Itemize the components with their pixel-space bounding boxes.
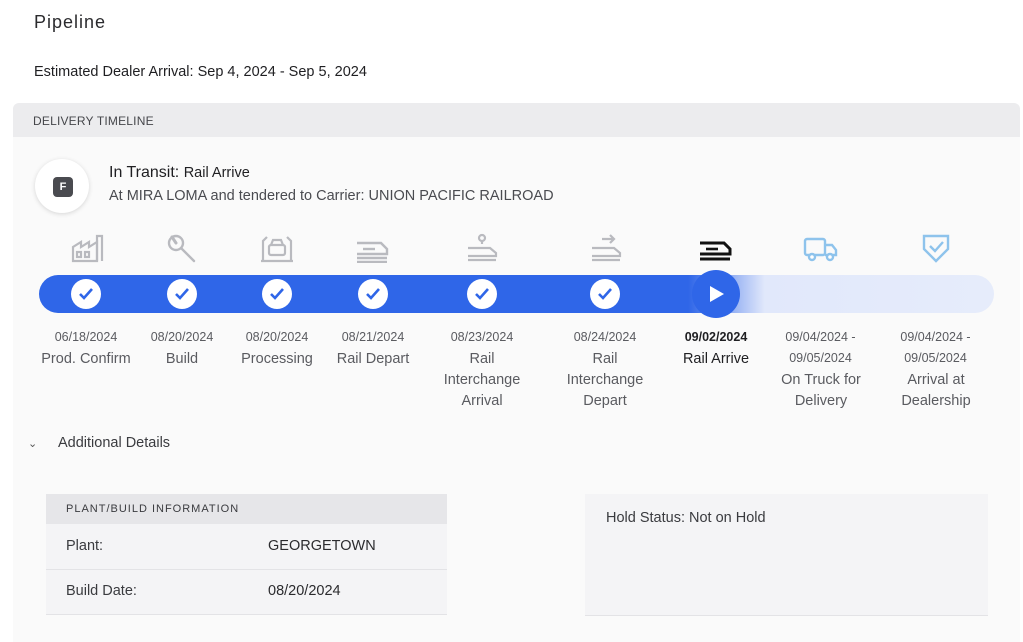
stage-label-current: Rail Arrive: [682, 351, 750, 367]
brand-f-icon: F: [53, 177, 73, 197]
play-icon: [710, 286, 724, 302]
delivery-timeline-header: DELIVERY TIMELINE: [13, 103, 1020, 137]
stage-label: Rail Depart: [336, 351, 410, 367]
status-avatar: F: [35, 159, 89, 213]
estimated-arrival: Estimated Dealer Arrival: Sep 4, 2024 - …: [34, 64, 367, 80]
check-icon: [475, 288, 489, 300]
chevron-down-icon: ⌄: [28, 438, 38, 450]
rail-depart-icon: [592, 234, 622, 262]
rail-car-icon: [357, 241, 389, 263]
hold-status-card: Hold Status: Not on Hold: [585, 494, 988, 616]
row-value: GEORGETOWN: [268, 538, 376, 554]
stage-done-node: [71, 279, 101, 309]
page-title: Pipeline: [34, 12, 107, 32]
plant-build-header: PLANT/BUILD INFORMATION: [46, 494, 447, 524]
status-prefix: In Transit:: [109, 164, 180, 181]
stage-label: Rail Interchange Depart: [566, 351, 644, 409]
additional-details-toggle[interactable]: ⌄ Additional Details: [28, 435, 170, 451]
stage-done-node: [358, 279, 388, 309]
stage-done-node: [467, 279, 497, 309]
stage-current-node: [692, 270, 740, 318]
stage-label: Arrival at Dealership: [901, 372, 971, 409]
rail-location-icon: [468, 233, 498, 262]
truck-icon: [803, 237, 838, 262]
info-row: Build Date: 08/20/2024: [46, 570, 447, 615]
status-detail: At MIRA LOMA and tendered to Carrier: UN…: [109, 188, 554, 204]
stage-date-current: 09/02/2024: [684, 330, 748, 344]
status-title: In Transit: Rail Arrive: [109, 164, 250, 182]
rail-car-icon: [700, 241, 732, 261]
stage-label: Rail Interchange Arrival: [443, 351, 521, 409]
stage-label: On Truck for Delivery: [781, 372, 861, 409]
row-value: 08/20/2024: [268, 583, 341, 599]
delivery-timeline-panel: DELIVERY TIMELINE F In Transit: Rail Arr…: [13, 103, 1020, 642]
status-stage: Rail Arrive: [183, 165, 250, 181]
stage-done-node: [262, 279, 292, 309]
stage-label: Prod. Confirm: [41, 351, 131, 367]
check-icon: [79, 288, 93, 300]
row-key: Build Date:: [66, 583, 137, 599]
check-icon: [598, 288, 612, 300]
additional-details-label: Additional Details: [58, 435, 171, 451]
stage-label: Processing: [241, 351, 313, 367]
stage-date: 09/04/2024 - 09/05/2024: [900, 330, 971, 365]
stage-date: 09/04/2024 - 09/05/2024: [785, 330, 856, 365]
hold-status: Hold Status: Not on Hold: [606, 510, 766, 526]
stage-date: 08/21/2024: [341, 330, 405, 344]
plant-build-card: PLANT/BUILD INFORMATION Plant: GEORGETOW…: [46, 494, 447, 615]
info-row: Plant: GEORGETOWN: [46, 525, 447, 570]
stage-date: 08/23/2024: [450, 330, 514, 344]
shield-check-icon: [922, 234, 950, 263]
check-icon: [175, 288, 189, 300]
factory-icon: [71, 234, 104, 263]
stage-date: 08/24/2024: [573, 330, 637, 344]
stage-done-node: [167, 279, 197, 309]
wrench-icon: [167, 234, 196, 263]
stage-done-node: [590, 279, 620, 309]
row-key: Plant:: [66, 538, 104, 554]
check-icon: [366, 288, 380, 300]
check-icon: [270, 288, 284, 300]
car-processing-icon: [261, 236, 293, 263]
